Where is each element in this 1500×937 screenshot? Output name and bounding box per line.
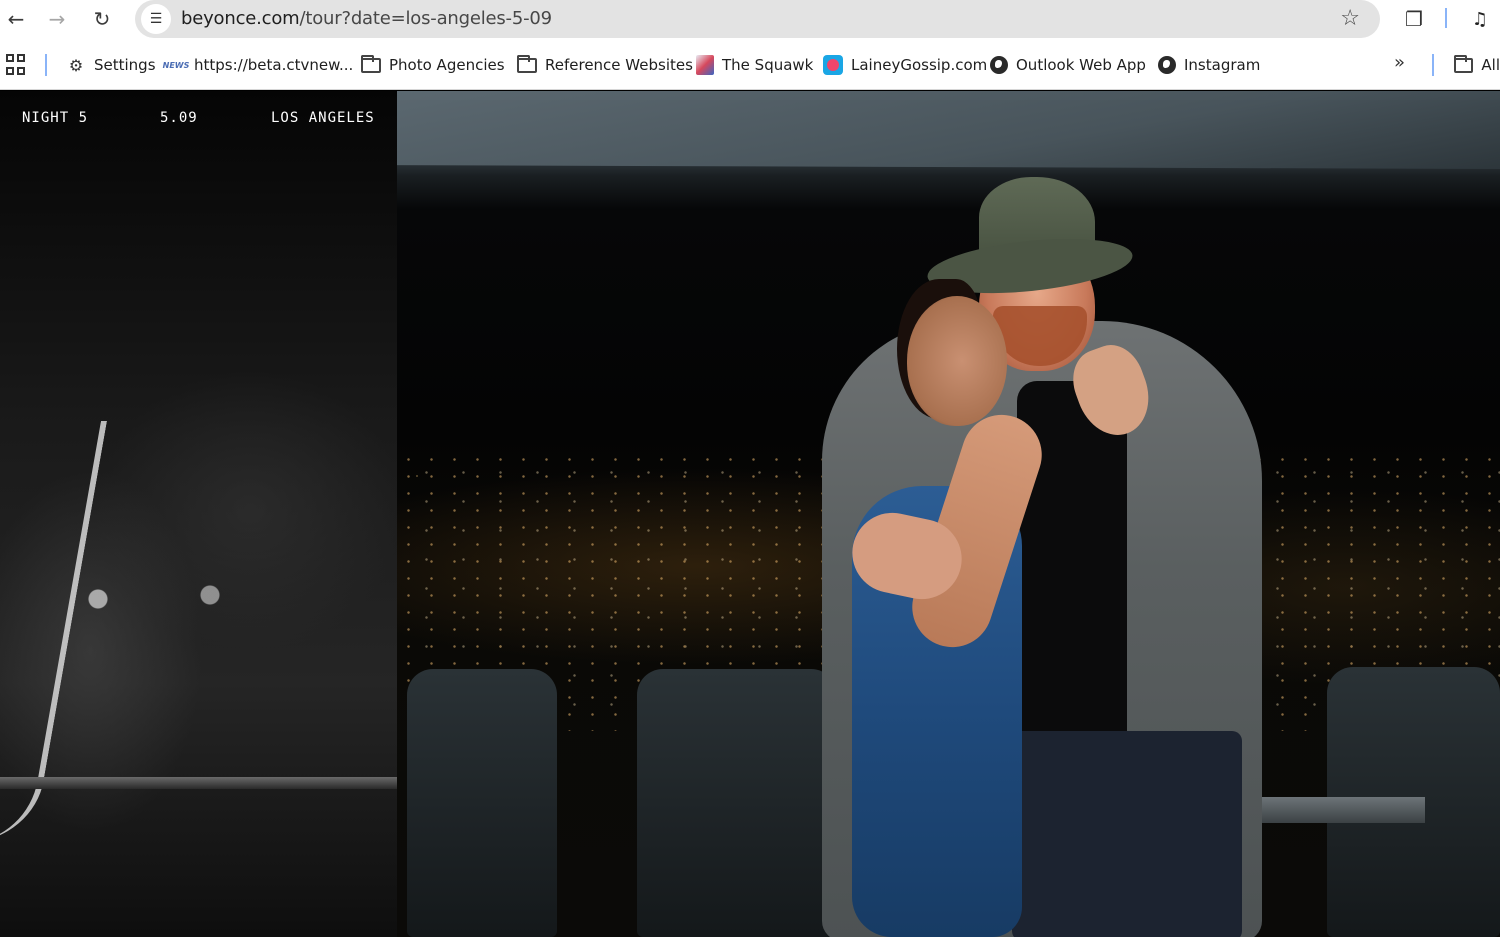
- ceiling: [397, 91, 1500, 169]
- bookmarks-bar: ⚙ Settings NEWS https://beta.ctvnew... P…: [0, 40, 1500, 90]
- bookmark-folder-reference-websites[interactable]: Reference Websites: [517, 52, 693, 78]
- side-photo: NIGHT 5 5.09 LOS ANGELES: [0, 91, 397, 937]
- main-photo: [397, 91, 1500, 937]
- puzzle-icon[interactable]: ❐: [1400, 5, 1428, 33]
- stadium-seat: [407, 669, 557, 937]
- url-text[interactable]: beyonce.com/tour?date=los-angeles-5-09: [181, 8, 552, 29]
- bookmark-label: Reference Websites: [545, 56, 693, 74]
- ctv-news-icon: NEWS: [162, 60, 190, 70]
- tour-page: NIGHT 5 5.09 LOS ANGELES: [0, 91, 1500, 937]
- bookmark-label: Outlook Web App: [1016, 56, 1146, 74]
- globe-icon: [1158, 56, 1176, 74]
- queue-music-icon[interactable]: ♫: [1466, 5, 1494, 33]
- toolbar-divider: [1445, 8, 1447, 28]
- bookmarks-divider: [45, 54, 47, 76]
- bookmark-instagram[interactable]: Instagram: [1158, 52, 1260, 78]
- globe-icon: [990, 56, 1008, 74]
- bookmark-label: https://beta.ctvnew...: [194, 56, 354, 74]
- star-icon[interactable]: ☆: [1340, 6, 1360, 31]
- woman-face: [907, 296, 1007, 426]
- night-label: NIGHT 5: [22, 110, 89, 126]
- url-path: /tour?date=los-angeles-5-09: [299, 8, 553, 29]
- bookmark-ctvnews[interactable]: NEWS https://beta.ctvnew...: [162, 52, 354, 78]
- gear-icon: ⚙: [68, 55, 84, 75]
- squawk-icon: [696, 55, 714, 75]
- stadium-seat: [637, 669, 837, 937]
- lainey-icon: [823, 55, 843, 75]
- arrow-left-icon[interactable]: ←: [0, 4, 32, 34]
- city-label: LOS ANGELES: [271, 110, 375, 126]
- tour-date-header: NIGHT 5 5.09 LOS ANGELES: [0, 107, 397, 129]
- bookmarks-divider: [1432, 54, 1434, 76]
- man-pants: [1012, 731, 1242, 937]
- apps-grid-icon[interactable]: [6, 54, 28, 76]
- bookmark-outlook-web-app[interactable]: Outlook Web App: [990, 52, 1146, 78]
- folder-icon: [361, 54, 381, 73]
- bookmarks-overflow-button[interactable]: »: [1394, 52, 1405, 73]
- bookmark-label: The Squawk: [722, 56, 814, 74]
- date-label: 5.09: [160, 110, 198, 126]
- bookmark-label: LaineyGossip.com: [851, 56, 988, 74]
- tune-icon[interactable]: ☰: [141, 4, 171, 34]
- url-domain: beyonce.com: [181, 8, 300, 29]
- folder-icon: [517, 54, 537, 73]
- bookmark-label: Settings: [94, 56, 156, 74]
- arrow-right-icon[interactable]: →: [41, 4, 73, 34]
- folder-icon: [1454, 54, 1474, 73]
- reload-icon[interactable]: ↻: [86, 4, 118, 34]
- browser-toolbar: ← → ↻ ☰ beyonce.com/tour?date=los-angele…: [0, 0, 1500, 40]
- all-bookmarks-button[interactable]: All: [1454, 52, 1500, 78]
- address-bar[interactable]: ☰ beyonce.com/tour?date=los-angeles-5-09…: [135, 0, 1380, 38]
- bookmark-settings[interactable]: ⚙ Settings: [66, 52, 156, 78]
- bookmark-label: Photo Agencies: [389, 56, 505, 74]
- ledge-blur: [0, 777, 397, 789]
- bookmark-laineygossip[interactable]: LaineyGossip.com: [823, 52, 987, 78]
- balcony-railing: [1235, 797, 1425, 823]
- bookmark-the-squawk[interactable]: The Squawk: [696, 52, 813, 78]
- bookmark-label: Instagram: [1184, 56, 1261, 74]
- bookmark-label: All: [1481, 56, 1500, 74]
- bookmark-folder-photo-agencies[interactable]: Photo Agencies: [361, 52, 505, 78]
